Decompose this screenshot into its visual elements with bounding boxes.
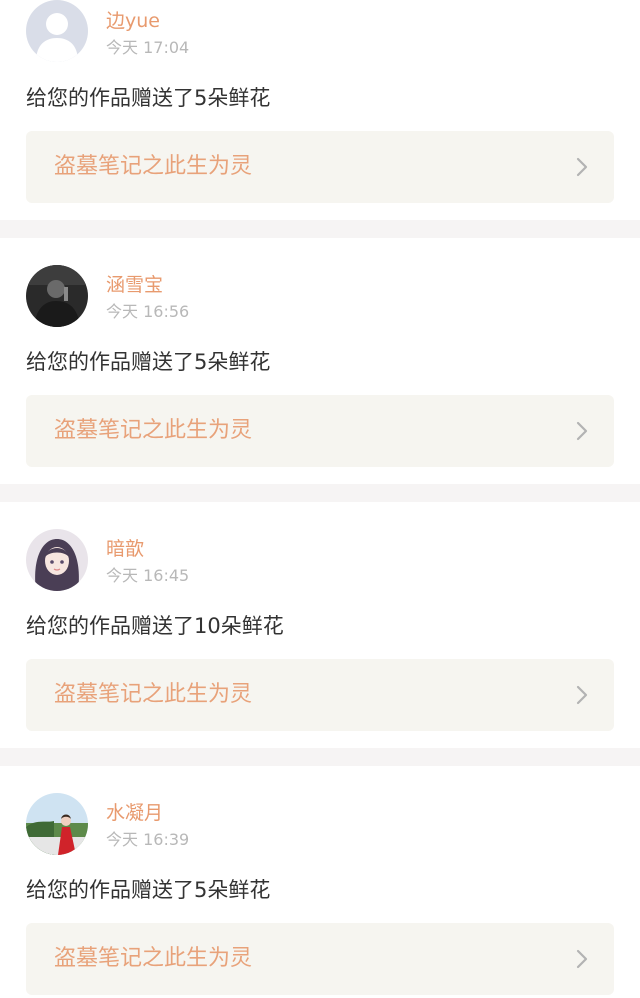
work-title: 盗墓笔记之此生为灵 (54, 946, 253, 971)
landscape-avatar-icon[interactable] (26, 793, 88, 855)
username[interactable]: 边yue (106, 9, 160, 33)
work-title: 盗墓笔记之此生为灵 (54, 154, 253, 179)
work-link-card[interactable]: 盗墓笔记之此生为灵 (26, 923, 614, 995)
photo-avatar-icon[interactable] (26, 265, 88, 327)
work-link-card[interactable]: 盗墓笔记之此生为灵 (26, 395, 614, 467)
timestamp: 今天 16:56 (106, 302, 190, 321)
chevron-right-icon (576, 421, 588, 441)
chevron-right-icon (576, 949, 588, 969)
chevron-right-icon (576, 157, 588, 177)
anime-girl-avatar-icon[interactable] (26, 529, 88, 591)
notification-card: 涵雪宝 今天 16:56 给您的作品赠送了5朵鲜花 盗墓笔记之此生为灵 (0, 238, 640, 484)
default-user-avatar-icon[interactable] (26, 0, 88, 62)
timestamp: 今天 16:39 (106, 830, 190, 849)
username[interactable]: 涵雪宝 (106, 273, 163, 297)
chevron-right-icon (576, 685, 588, 705)
work-title: 盗墓笔记之此生为灵 (54, 682, 253, 707)
work-link-card[interactable]: 盗墓笔记之此生为灵 (26, 659, 614, 731)
gift-message: 给您的作品赠送了5朵鲜花 (26, 878, 271, 902)
notification-card: 暗歆 今天 16:45 给您的作品赠送了10朵鲜花 盗墓笔记之此生为灵 (0, 502, 640, 748)
timestamp: 今天 16:45 (106, 566, 190, 585)
gift-message: 给您的作品赠送了5朵鲜花 (26, 86, 271, 110)
notification-card: 边yue 今天 17:04 给您的作品赠送了5朵鲜花 盗墓笔记之此生为灵 (0, 0, 640, 220)
timestamp: 今天 17:04 (106, 38, 190, 57)
notification-feed: 边yue 今天 17:04 给您的作品赠送了5朵鲜花 盗墓笔记之此生为灵 涵雪宝… (0, 0, 640, 998)
username[interactable]: 暗歆 (106, 537, 144, 561)
work-title: 盗墓笔记之此生为灵 (54, 418, 253, 443)
username[interactable]: 水凝月 (106, 801, 163, 825)
work-link-card[interactable]: 盗墓笔记之此生为灵 (26, 131, 614, 203)
gift-message: 给您的作品赠送了5朵鲜花 (26, 350, 271, 374)
gift-message: 给您的作品赠送了10朵鲜花 (26, 614, 284, 638)
notification-card: 水凝月 今天 16:39 给您的作品赠送了5朵鲜花 盗墓笔记之此生为灵 (0, 766, 640, 998)
